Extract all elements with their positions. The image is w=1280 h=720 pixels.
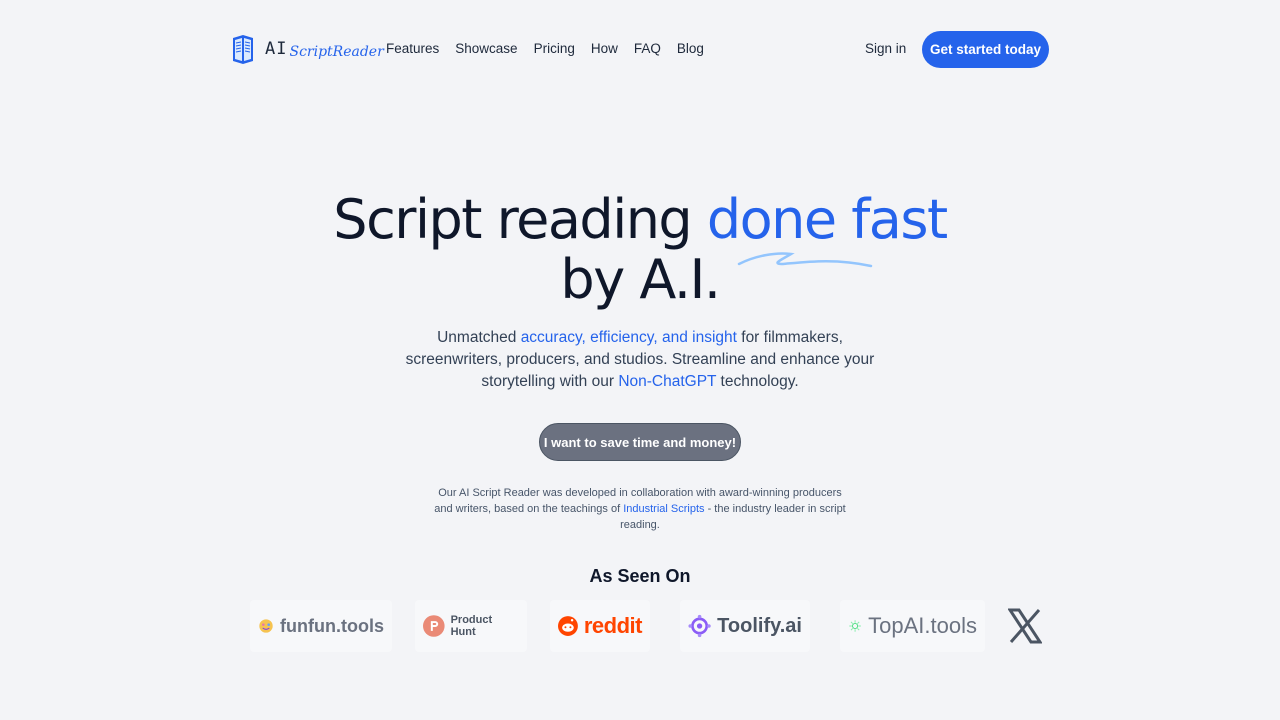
reddit-icon	[558, 616, 578, 636]
topai-tools-logo[interactable]: TopAI.tools	[840, 600, 985, 652]
hero-sub-part3: technology.	[716, 373, 799, 390]
product-hunt-text: Product Hunt	[450, 614, 493, 638]
hero-sub-part1: Unmatched	[437, 329, 521, 346]
nav-link-showcase[interactable]: Showcase	[455, 41, 517, 56]
funfun-tools-logo[interactable]: funfun.tools	[250, 600, 392, 652]
topai-text: TopAI.tools	[868, 613, 977, 638]
x-logo[interactable]	[1008, 600, 1052, 652]
funfun-icon	[259, 619, 273, 633]
as-seen-on-title: As Seen On	[589, 566, 691, 586]
toolify-icon	[688, 614, 711, 638]
hero-sub-highlight1: accuracy, efficiency, and insight	[520, 329, 737, 346]
hero-subtitle: Unmatched accuracy, efficiency, and insi…	[400, 327, 880, 393]
reddit-logo[interactable]: reddit	[550, 600, 650, 652]
top-navigation: AI ScriptReader Features Showcase Pricin…	[0, 0, 1280, 100]
reddit-text: reddit	[583, 613, 643, 638]
hero-sub-highlight2: Non-ChatGPT	[618, 373, 717, 390]
collaboration-note: Our AI Script Reader was developed in co…	[430, 485, 850, 533]
nav-link-blog[interactable]: Blog	[677, 41, 704, 56]
logo-ai-text: AI	[265, 39, 288, 59]
logo-script-text: ScriptReader	[289, 44, 384, 60]
get-started-button[interactable]: Get started today	[922, 31, 1049, 68]
as-seen-on-logos: funfun.tools Product Hunt reddit Toolify…	[240, 600, 1060, 652]
industrial-scripts-link[interactable]: Industrial Scripts	[623, 503, 704, 515]
topai-icon	[849, 620, 861, 632]
nav-link-how[interactable]: How	[591, 41, 618, 56]
toolify-logo[interactable]: Toolify.ai	[680, 600, 810, 652]
hero-title-part1: Script reading	[333, 188, 707, 251]
toolify-text: Toolify.ai	[717, 614, 802, 637]
book-icon	[233, 35, 253, 64]
product-hunt-logo[interactable]: Product Hunt	[415, 600, 527, 652]
highlight-squiggle	[737, 252, 873, 268]
sign-in-link[interactable]: Sign in	[865, 41, 906, 56]
save-time-money-button[interactable]: I want to save time and money!	[539, 423, 741, 461]
site-logo[interactable]: AI ScriptReader	[231, 33, 384, 65]
hero-title-part2: by A.I.	[560, 248, 721, 311]
nav-links: Features Showcase Pricing How FAQ Blog	[386, 41, 704, 56]
x-icon	[1008, 608, 1042, 644]
product-hunt-icon	[423, 615, 445, 637]
funfun-text: funfun.tools	[280, 615, 384, 636]
nav-link-features[interactable]: Features	[386, 41, 439, 56]
nav-link-pricing[interactable]: Pricing	[534, 41, 575, 56]
hero-title: Script reading done fast by A.I.	[300, 190, 980, 310]
nav-link-faq[interactable]: FAQ	[634, 41, 661, 56]
